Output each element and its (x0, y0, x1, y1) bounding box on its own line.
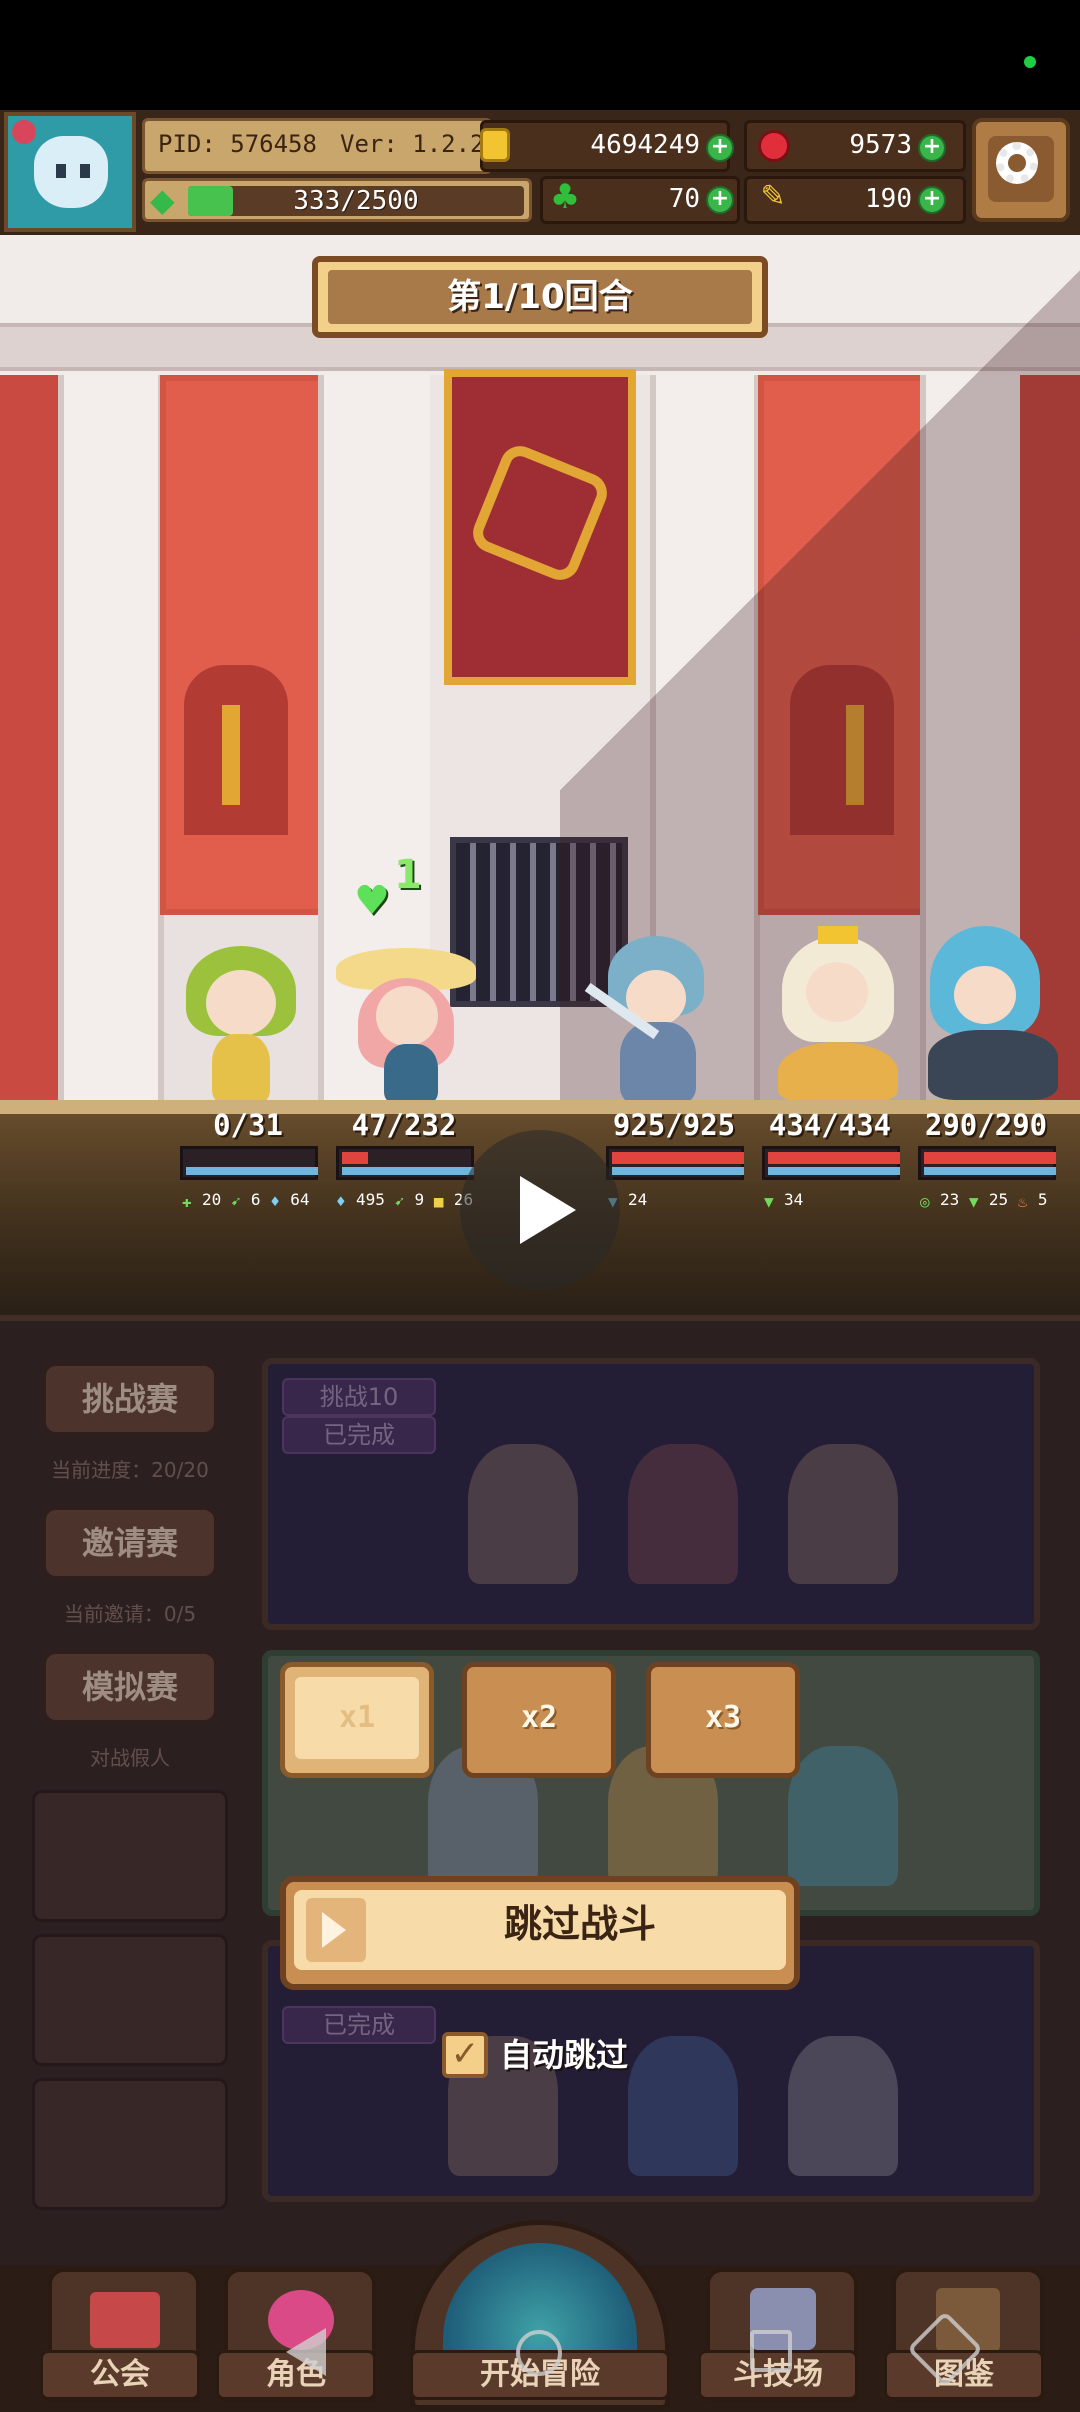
hero-green-hair[interactable] (176, 946, 306, 1106)
avatar-icon (34, 136, 108, 208)
buff-icon: ♦ (270, 1191, 280, 1211)
pillar (58, 375, 164, 1103)
feather-value: 190 (865, 184, 912, 214)
gold-value: 4694249 (590, 130, 700, 160)
skip-battle-label: 跳过战斗 (503, 1902, 656, 1946)
add-gem-plus-icon[interactable]: + (918, 134, 946, 162)
crown-icon (818, 926, 858, 944)
hp-value: 434/434 (768, 1108, 892, 1142)
flower-icon (12, 120, 36, 144)
enemy-blue-cat-mech[interactable] (918, 926, 1068, 1106)
clover-icon: ♣ (549, 177, 581, 217)
speed-x1-button[interactable]: x1 (280, 1662, 434, 1778)
enemy-dragon-knight[interactable] (580, 936, 730, 1106)
hp-value: 47/232 (351, 1108, 457, 1142)
hero-straw-hat[interactable] (336, 940, 476, 1106)
fast-forward-icon (322, 1912, 346, 1948)
hp-bar (606, 1146, 744, 1180)
add-clover-plus-icon[interactable]: + (706, 186, 734, 214)
add-gold-plus-icon[interactable]: + (706, 134, 734, 162)
stamina-value: 333/2500 (293, 186, 419, 216)
heart-icon: ♥ (354, 878, 390, 924)
pid-label: PID: 576458 (158, 130, 317, 158)
clover-value: 70 (668, 184, 700, 214)
sword-emblem-icon (222, 705, 240, 805)
buff-icon: ▼ (764, 1191, 774, 1211)
buff-icon: ♨ (1017, 1191, 1028, 1211)
speed-x3-button[interactable]: x3 (646, 1662, 800, 1778)
hp-value: 925/925 (612, 1108, 736, 1142)
hp-bar (762, 1146, 900, 1180)
speed-x2-button[interactable]: x2 (462, 1662, 616, 1778)
buff-row: ▼ 34 (764, 1190, 804, 1211)
avatar[interactable] (4, 112, 136, 232)
system-recents-icon[interactable] (750, 2330, 792, 2372)
buff-icon: ◎ (920, 1191, 930, 1211)
hp-value: 0/31 (213, 1108, 283, 1142)
settings-button[interactable] (972, 118, 1070, 222)
buff-icon: ▼ (968, 1191, 979, 1211)
buff-row: ✚ 20 ➹ 6 ♦ 64 (182, 1190, 310, 1211)
heal-popup: 1 (394, 852, 422, 898)
buff-icon: ■ (433, 1191, 444, 1211)
play-icon (520, 1176, 576, 1244)
hp-value: 290/290 (924, 1108, 1048, 1142)
buff-icon: ♦ (336, 1191, 346, 1211)
gold-coin-icon (480, 128, 510, 162)
status-bar (0, 0, 1080, 110)
nav-guild-label: 公会 (40, 2350, 200, 2400)
red-gem-icon (758, 130, 790, 162)
round-label: 第1/10回合 (447, 277, 633, 317)
buff-icon: ✚ (182, 1191, 192, 1211)
hp-bar (918, 1146, 1056, 1180)
enemy-crowned-princess[interactable] (768, 926, 908, 1106)
buff-icon: ➹ (394, 1191, 405, 1211)
auto-skip-checkbox[interactable]: ✓ (442, 2032, 488, 2078)
system-home-icon[interactable] (516, 2330, 562, 2376)
buff-row: ♦495 ➹9 ■26 (336, 1190, 473, 1211)
notification-dot-icon (1024, 56, 1036, 68)
add-feather-plus-icon[interactable]: + (918, 186, 946, 214)
gem-value: 9573 (849, 130, 912, 160)
play-button[interactable] (460, 1130, 620, 1290)
hp-bar (180, 1146, 318, 1180)
system-back-icon[interactable] (286, 2328, 326, 2376)
buff-icon: ➹ (230, 1191, 241, 1211)
buff-row: ◎ 23 ▼ 25 ♨ 5 (920, 1190, 1048, 1211)
auto-skip-label: 自动跳过 (500, 2036, 629, 2074)
hp-bar (336, 1146, 474, 1180)
feather-icon: ✎ (760, 179, 786, 214)
guild-icon (90, 2292, 160, 2348)
